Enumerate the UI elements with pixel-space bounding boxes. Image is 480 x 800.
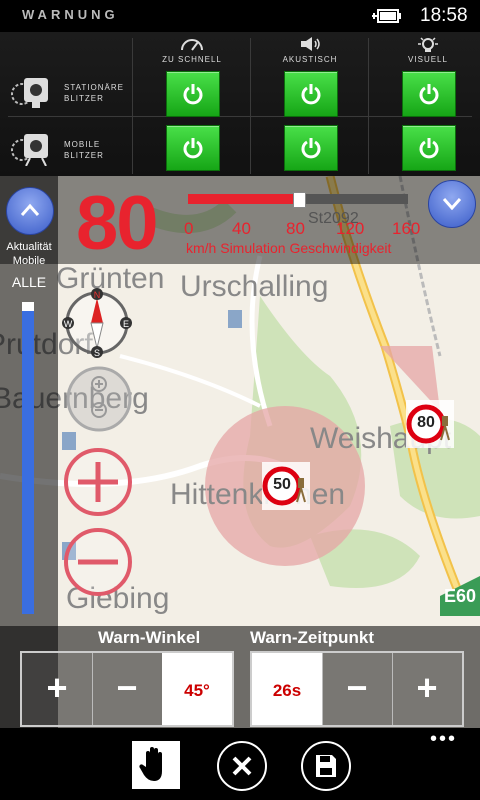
warn-angle-title: Warn-Winkel: [98, 628, 201, 647]
more-menu-button[interactable]: •••: [430, 728, 457, 751]
zoom-out-button[interactable]: [62, 526, 134, 598]
speed-tick-80: 80: [286, 219, 305, 238]
actuality-slider-fill: [22, 311, 34, 614]
speed-camera-limit: 80: [417, 414, 435, 431]
column-header-acoustic: AKUSTISCH: [282, 55, 338, 64]
column-header-too-fast: ZU SCHNELL: [162, 55, 222, 64]
hand-icon: [139, 747, 162, 781]
compass-icon[interactable]: N S W E: [62, 288, 132, 358]
power-icon: [183, 138, 203, 159]
warn-time-value-cell: 26s: [252, 653, 323, 725]
speed-slider-fill: [188, 194, 298, 204]
zoom-in-button[interactable]: [62, 446, 134, 518]
warn-time-increase-button[interactable]: +: [392, 653, 462, 725]
speed-tick-160: 160: [392, 219, 421, 238]
highway-label-e60: E60: [444, 586, 477, 606]
simulated-speed-value: 80: [76, 181, 159, 266]
collapse-up-button[interactable]: [6, 187, 54, 235]
power-icon: [183, 84, 203, 105]
power-icon: [301, 138, 321, 159]
pan-mode-button[interactable]: [132, 741, 180, 789]
toggle-mobile-visual[interactable]: [402, 125, 456, 171]
toggle-mobile-too-fast[interactable]: [166, 125, 220, 171]
speed-camera-marker-80[interactable]: 80: [406, 400, 454, 448]
mobile-camera-icon: [11, 134, 48, 166]
speed-tick-120: 120: [336, 219, 365, 238]
save-button[interactable]: [301, 741, 351, 791]
power-icon: [301, 84, 321, 105]
stationary-camera-icon: [11, 78, 48, 108]
svg-text:N: N: [94, 290, 101, 300]
speaker-icon: [301, 37, 320, 51]
speed-tick-0: 0: [184, 219, 194, 238]
power-icon: [419, 138, 439, 159]
small-zoom-control[interactable]: [66, 366, 132, 432]
battery-icon: [372, 9, 401, 23]
column-header-visual: VISUELL: [408, 55, 448, 64]
close-button[interactable]: [217, 741, 267, 791]
svg-text:E: E: [123, 319, 129, 329]
power-icon: [419, 84, 439, 105]
speed-camera-limit: 50: [273, 476, 291, 493]
lightbulb-icon: [418, 37, 438, 52]
warn-angle-value: 45°: [184, 681, 210, 700]
warn-angle-stepper: + − 45°: [20, 651, 234, 727]
row-label-mobile: MOBILE BLITZER: [64, 140, 104, 160]
expand-down-button[interactable]: [428, 180, 476, 228]
chevron-down-icon: [442, 198, 462, 210]
toggle-stationary-too-fast[interactable]: [166, 71, 220, 117]
actuality-filter-value: ALLE: [11, 274, 47, 290]
speed-slider-thumb[interactable]: [293, 192, 306, 208]
warn-time-stepper: 26s − +: [250, 651, 464, 727]
speed-camera-marker-50[interactable]: 50: [262, 462, 310, 510]
save-icon: [316, 755, 336, 777]
svg-text:W: W: [64, 319, 73, 329]
warn-angle-value-cell: 45°: [162, 653, 232, 725]
speed-tick-40: 40: [232, 219, 251, 238]
place-label-urschalling: Urschalling: [180, 270, 329, 303]
warn-angle-decrease-button[interactable]: −: [92, 653, 163, 725]
warn-time-title: Warn-Zeitpunkt: [250, 628, 375, 647]
simulation-speed-label: km/h Simulation Geschwindigkeit: [186, 240, 392, 256]
svg-text:S: S: [94, 348, 100, 358]
toggle-mobile-acoustic[interactable]: [284, 125, 338, 171]
mobile-actuality-label: Aktualität Mobile: [6, 241, 52, 267]
warn-time-value: 26s: [272, 681, 302, 700]
warn-time-decrease-button[interactable]: −: [322, 653, 393, 725]
row-label-stationary: STATIONÄRE BLITZER: [64, 83, 124, 103]
place-label-hittenkirchen: Hittenkirchen: [170, 478, 346, 511]
chevron-up-icon: [20, 203, 40, 216]
close-icon: [232, 756, 252, 776]
clock: 18:58: [420, 5, 468, 26]
warning-title: WARNUNG: [22, 7, 119, 22]
toggle-stationary-visual[interactable]: [402, 71, 456, 117]
speedometer-icon: [181, 39, 203, 51]
warn-angle-increase-button[interactable]: +: [22, 653, 93, 725]
toggle-stationary-acoustic[interactable]: [284, 71, 338, 117]
